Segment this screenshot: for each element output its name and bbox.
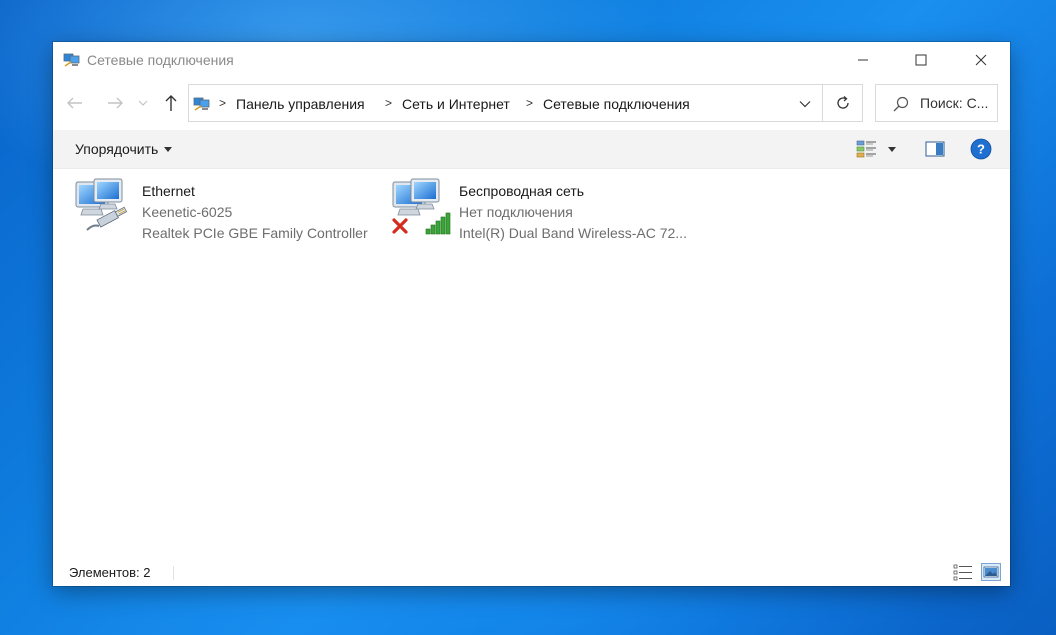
view-options-button[interactable]: [885, 140, 899, 158]
back-button[interactable]: [63, 92, 87, 114]
ethernet-cable-icon: [75, 178, 128, 231]
command-bar: Упорядочить ?: [53, 130, 1010, 169]
caret-down-icon: [164, 146, 173, 152]
chevron-down-icon: [138, 100, 148, 106]
title-bar[interactable]: Сетевые подключения: [53, 42, 1010, 78]
caret-down-icon: [888, 146, 896, 152]
up-button[interactable]: [159, 92, 183, 114]
item-count: Элементов: 2: [69, 565, 151, 580]
connection-name: Беспроводная сеть: [459, 183, 585, 199]
connection-network: Keenetic-6025: [142, 204, 233, 220]
large-icons-view-icon: [983, 566, 999, 578]
chevron-down-icon: [799, 101, 811, 108]
svg-text:?: ?: [977, 142, 985, 157]
status-divider: [173, 566, 174, 580]
close-icon: [975, 54, 987, 66]
breadcrumb-separator[interactable]: >: [526, 96, 533, 110]
connection-item-ethernet[interactable]: Ethernet Keenetic-6025 Realtek PCIe GBE …: [73, 178, 393, 248]
breadcrumb-network-connections[interactable]: Сетевые подключения: [543, 96, 690, 112]
address-history-button[interactable]: [795, 95, 815, 113]
organize-button[interactable]: Упорядочить: [75, 141, 173, 157]
minimize-button[interactable]: [834, 42, 892, 78]
wifi-signal-icon: [392, 178, 451, 235]
content-area: Ethernet Keenetic-6025 Realtek PCIe GBE …: [53, 169, 1010, 559]
breadcrumb-control-panel[interactable]: Панель управления: [236, 96, 365, 112]
breadcrumb-separator[interactable]: >: [219, 96, 226, 110]
connection-name: Ethernet: [142, 183, 195, 199]
connection-device: Intel(R) Dual Band Wireless-AC 72...: [459, 225, 687, 241]
organize-label: Упорядочить: [75, 141, 159, 157]
minimize-icon: [858, 59, 868, 61]
arrow-left-icon: [67, 97, 82, 109]
connection-status: Нет подключения: [459, 204, 573, 220]
change-view-icon[interactable]: [856, 139, 878, 159]
refresh-button[interactable]: [823, 84, 863, 122]
connection-device: Realtek PCIe GBE Family Controller: [142, 225, 368, 241]
maximize-button[interactable]: [892, 42, 950, 78]
preview-pane-icon[interactable]: [925, 140, 945, 158]
connection-details: Ethernet Keenetic-6025 Realtek PCIe GBE …: [142, 181, 368, 244]
details-view-icon[interactable]: [953, 564, 973, 581]
network-connections-icon: [193, 97, 210, 111]
disconnected-icon: [392, 218, 408, 234]
maximize-icon: [915, 54, 927, 66]
large-icons-view-button[interactable]: [981, 563, 1001, 581]
arrow-right-icon: [108, 97, 123, 109]
search-icon: [893, 96, 909, 112]
connection-details: Беспроводная сеть Нет подключения Intel(…: [459, 181, 687, 244]
network-connections-icon: [63, 53, 80, 67]
network-connections-window: Сетевые подключения > Панель управления …: [53, 42, 1010, 586]
close-button[interactable]: [952, 42, 1010, 78]
status-bar: Элементов: 2: [53, 559, 1010, 586]
refresh-icon: [836, 96, 849, 109]
breadcrumb-network-internet[interactable]: Сеть и Интернет: [402, 96, 510, 112]
search-input[interactable]: [920, 93, 996, 113]
window-title: Сетевые подключения: [87, 52, 234, 68]
address-bar[interactable]: > Панель управления > Сеть и Интернет > …: [188, 84, 823, 122]
forward-button[interactable]: [103, 92, 127, 114]
connection-item-wireless[interactable]: Беспроводная сеть Нет подключения Intel(…: [390, 178, 710, 248]
signal-bars: [425, 212, 451, 235]
breadcrumb-separator[interactable]: >: [385, 96, 392, 110]
recent-locations-button[interactable]: [135, 92, 151, 114]
search-box[interactable]: [875, 84, 998, 122]
help-icon[interactable]: ?: [970, 138, 992, 160]
arrow-up-icon: [165, 95, 177, 111]
navigation-row: > Панель управления > Сеть и Интернет > …: [53, 82, 1010, 124]
